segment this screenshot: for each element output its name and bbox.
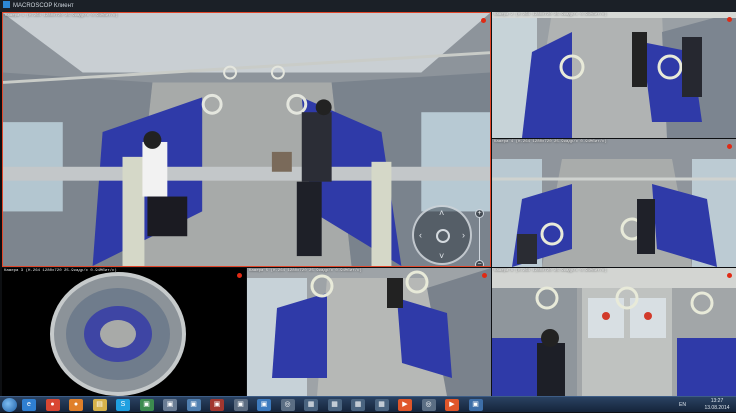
app-logo-icon: [3, 1, 10, 8]
camera-view-bottom-right[interactable]: Камера 6 (H.264 1280x720 25.9кадр/с 0.94…: [492, 268, 736, 396]
camera-header-text: Камера 4 (H.264 1280x720 25.9кадр/с 0.94…: [494, 140, 607, 144]
windows-taskbar: e ● ● ▤ S ▣ ▣ ▣ ▣ ▣ ▣ ◎ ▦ ▦ ▦ ▦ ▶ ◎ ▶ ▣ EN 13:27 13.08.2014: [0, 396, 736, 412]
chrome-icon[interactable]: ●: [45, 399, 60, 411]
zoom-out-button[interactable]: −: [475, 260, 484, 266]
app-icon[interactable]: ▦: [327, 399, 342, 411]
recording-indicator-icon: [727, 273, 732, 278]
app-icon[interactable]: ▣: [257, 399, 271, 411]
camera-view-bottom-mid[interactable]: Камера 5 (H.264 1280x720 25.9кадр/с 0.94…: [247, 268, 491, 396]
app-icon[interactable]: ▣: [186, 399, 201, 411]
camera-header-text: Камера 6 (H.264 1280x720 25.9кадр/с 0.94…: [494, 269, 607, 273]
train-interior-video: [247, 268, 491, 396]
app-icon[interactable]: ▦: [351, 399, 365, 411]
train-interior-video: [492, 139, 736, 267]
recording-indicator-icon: [481, 18, 486, 23]
start-button[interactable]: [2, 398, 17, 412]
recording-indicator-icon: [727, 144, 732, 149]
recording-indicator-icon: [482, 273, 487, 278]
clock-time: 13:27: [710, 398, 724, 404]
camera-header-text: Камера 3 (H.264 1280x720 25.9кадр/с 0.94…: [4, 269, 117, 273]
app-icon[interactable]: ◎: [280, 399, 295, 411]
skype-icon[interactable]: S: [116, 399, 130, 411]
camera-header-text: Камера 1 (H.264 1280x720 25.9кадр/с 0.94…: [5, 14, 118, 18]
camera-view-mid-right[interactable]: Камера 4 (H.264 1280x720 25.9кадр/с 0.94…: [492, 139, 736, 267]
camera-view-fisheye[interactable]: Камера 3 (H.264 1280x720 25.9кадр/с 0.94…: [2, 268, 246, 396]
zoom-in-button[interactable]: +: [475, 209, 484, 218]
explorer-icon[interactable]: ▤: [92, 399, 107, 411]
language-indicator[interactable]: EN: [679, 402, 686, 408]
recording-indicator-icon: [237, 273, 242, 278]
ptz-left-icon[interactable]: ‹: [419, 231, 422, 240]
ptz-down-icon[interactable]: ˅: [439, 252, 444, 261]
app-icon[interactable]: ▣: [163, 399, 177, 411]
app-icon[interactable]: ◎: [421, 399, 436, 411]
ptz-right-icon[interactable]: ›: [462, 231, 465, 240]
ptz-joystick[interactable]: ˄ ‹ › ˅: [412, 205, 472, 265]
recording-indicator-icon: [727, 17, 732, 22]
ie-icon[interactable]: e: [22, 399, 36, 411]
ptz-center-icon[interactable]: [436, 229, 450, 243]
train-interior-video: [492, 268, 736, 396]
camera-main-view[interactable]: Камера 1 (H.264 1280x720 25.9кадр/с 0.94…: [2, 12, 491, 267]
firefox-icon[interactable]: ●: [69, 399, 83, 411]
zoom-slider-track[interactable]: [479, 218, 480, 260]
app-icon[interactable]: ▦: [374, 399, 389, 411]
app-icon[interactable]: ▣: [233, 399, 248, 411]
clock-date: 13.08.2014: [704, 405, 730, 411]
system-tray: EN 13:27 13.08.2014: [652, 397, 732, 413]
app-icon[interactable]: ▶: [398, 399, 412, 411]
ptz-up-icon[interactable]: ˄: [439, 209, 444, 218]
app-icon[interactable]: ▶: [445, 399, 459, 411]
fisheye-video: [2, 268, 246, 396]
camera-header-text: Камера 2 (H.264 1280x720 25.9кадр/с 0.94…: [494, 13, 607, 17]
camera-view-top-right[interactable]: Камера 2 (H.264 1280x720 25.9кадр/с 0.94…: [492, 12, 736, 138]
train-interior-video: [492, 12, 736, 138]
app-title: MACROSCOP Клиент: [13, 3, 74, 9]
clock[interactable]: 13:27 13.08.2014: [702, 398, 732, 412]
window-titlebar: MACROSCOP Клиент: [0, 0, 736, 12]
app-icon[interactable]: ▣: [139, 399, 154, 411]
app-icon[interactable]: ▣: [210, 399, 224, 411]
camera-header-text: Камера 5 (H.264 1280x720 25.9кадр/с 0.94…: [249, 269, 362, 273]
app-icon[interactable]: ▣: [468, 399, 483, 411]
app-icon[interactable]: ▦: [304, 399, 318, 411]
